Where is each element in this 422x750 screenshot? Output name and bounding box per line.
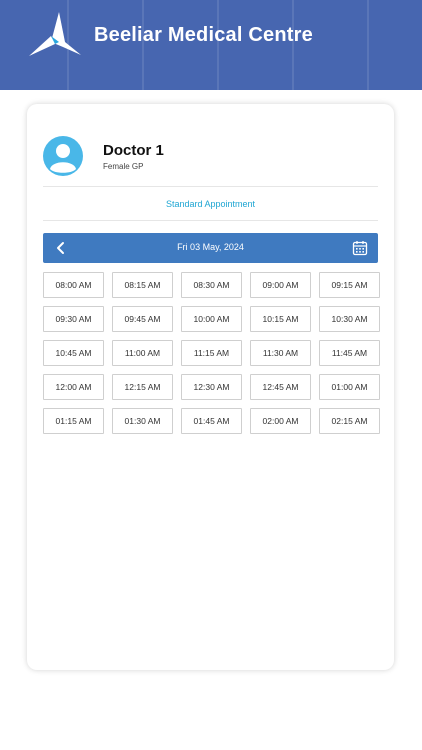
time-slot[interactable]: 08:15 AM xyxy=(112,272,173,298)
user-avatar-icon xyxy=(43,136,83,176)
time-slot[interactable]: 11:15 AM xyxy=(181,340,242,366)
time-slot[interactable]: 11:45 AM xyxy=(319,340,380,366)
chevron-left-icon[interactable] xyxy=(53,240,69,256)
time-slot[interactable]: 01:00 AM xyxy=(319,374,380,400)
selected-date: Fri 03 May, 2024 xyxy=(177,242,244,252)
time-slot[interactable]: 09:00 AM xyxy=(250,272,311,298)
time-slot[interactable]: 11:00 AM xyxy=(112,340,173,366)
doctor-name: Doctor 1 xyxy=(103,142,164,159)
doctor-role: Female GP xyxy=(103,162,144,171)
time-slot[interactable]: 12:00 AM xyxy=(43,374,104,400)
time-slot[interactable]: 08:30 AM xyxy=(181,272,242,298)
time-slot[interactable]: 12:30 AM xyxy=(181,374,242,400)
time-slot[interactable]: 02:15 AM xyxy=(319,408,380,434)
time-slot[interactable]: 01:45 AM xyxy=(181,408,242,434)
appointment-type[interactable]: Standard Appointment xyxy=(43,199,378,209)
time-slot[interactable]: 09:30 AM xyxy=(43,306,104,332)
time-slot[interactable]: 10:00 AM xyxy=(181,306,242,332)
time-slot[interactable]: 02:00 AM xyxy=(250,408,311,434)
divider xyxy=(43,186,378,187)
time-slot[interactable]: 12:45 AM xyxy=(250,374,311,400)
time-slot[interactable]: 01:30 AM xyxy=(112,408,173,434)
booking-card: Doctor 1 Female GP Standard Appointment … xyxy=(27,104,394,670)
time-slot[interactable]: 12:15 AM xyxy=(112,374,173,400)
divider xyxy=(43,220,378,221)
calendar-icon[interactable] xyxy=(352,240,368,256)
time-slot[interactable]: 10:15 AM xyxy=(250,306,311,332)
time-slot[interactable]: 09:45 AM xyxy=(112,306,173,332)
time-slot[interactable]: 08:00 AM xyxy=(43,272,104,298)
app-header: Beeliar Medical Centre xyxy=(0,0,422,90)
time-slot[interactable]: 11:30 AM xyxy=(250,340,311,366)
triangle-logo-icon xyxy=(29,12,81,56)
time-slot-grid: 08:00 AM 08:15 AM 08:30 AM 09:00 AM 09:1… xyxy=(43,272,380,434)
clinic-title: Beeliar Medical Centre xyxy=(94,24,313,46)
time-slot[interactable]: 10:30 AM xyxy=(319,306,380,332)
date-navigator: Fri 03 May, 2024 xyxy=(43,233,378,263)
time-slot[interactable]: 10:45 AM xyxy=(43,340,104,366)
time-slot[interactable]: 01:15 AM xyxy=(43,408,104,434)
time-slot[interactable]: 09:15 AM xyxy=(319,272,380,298)
